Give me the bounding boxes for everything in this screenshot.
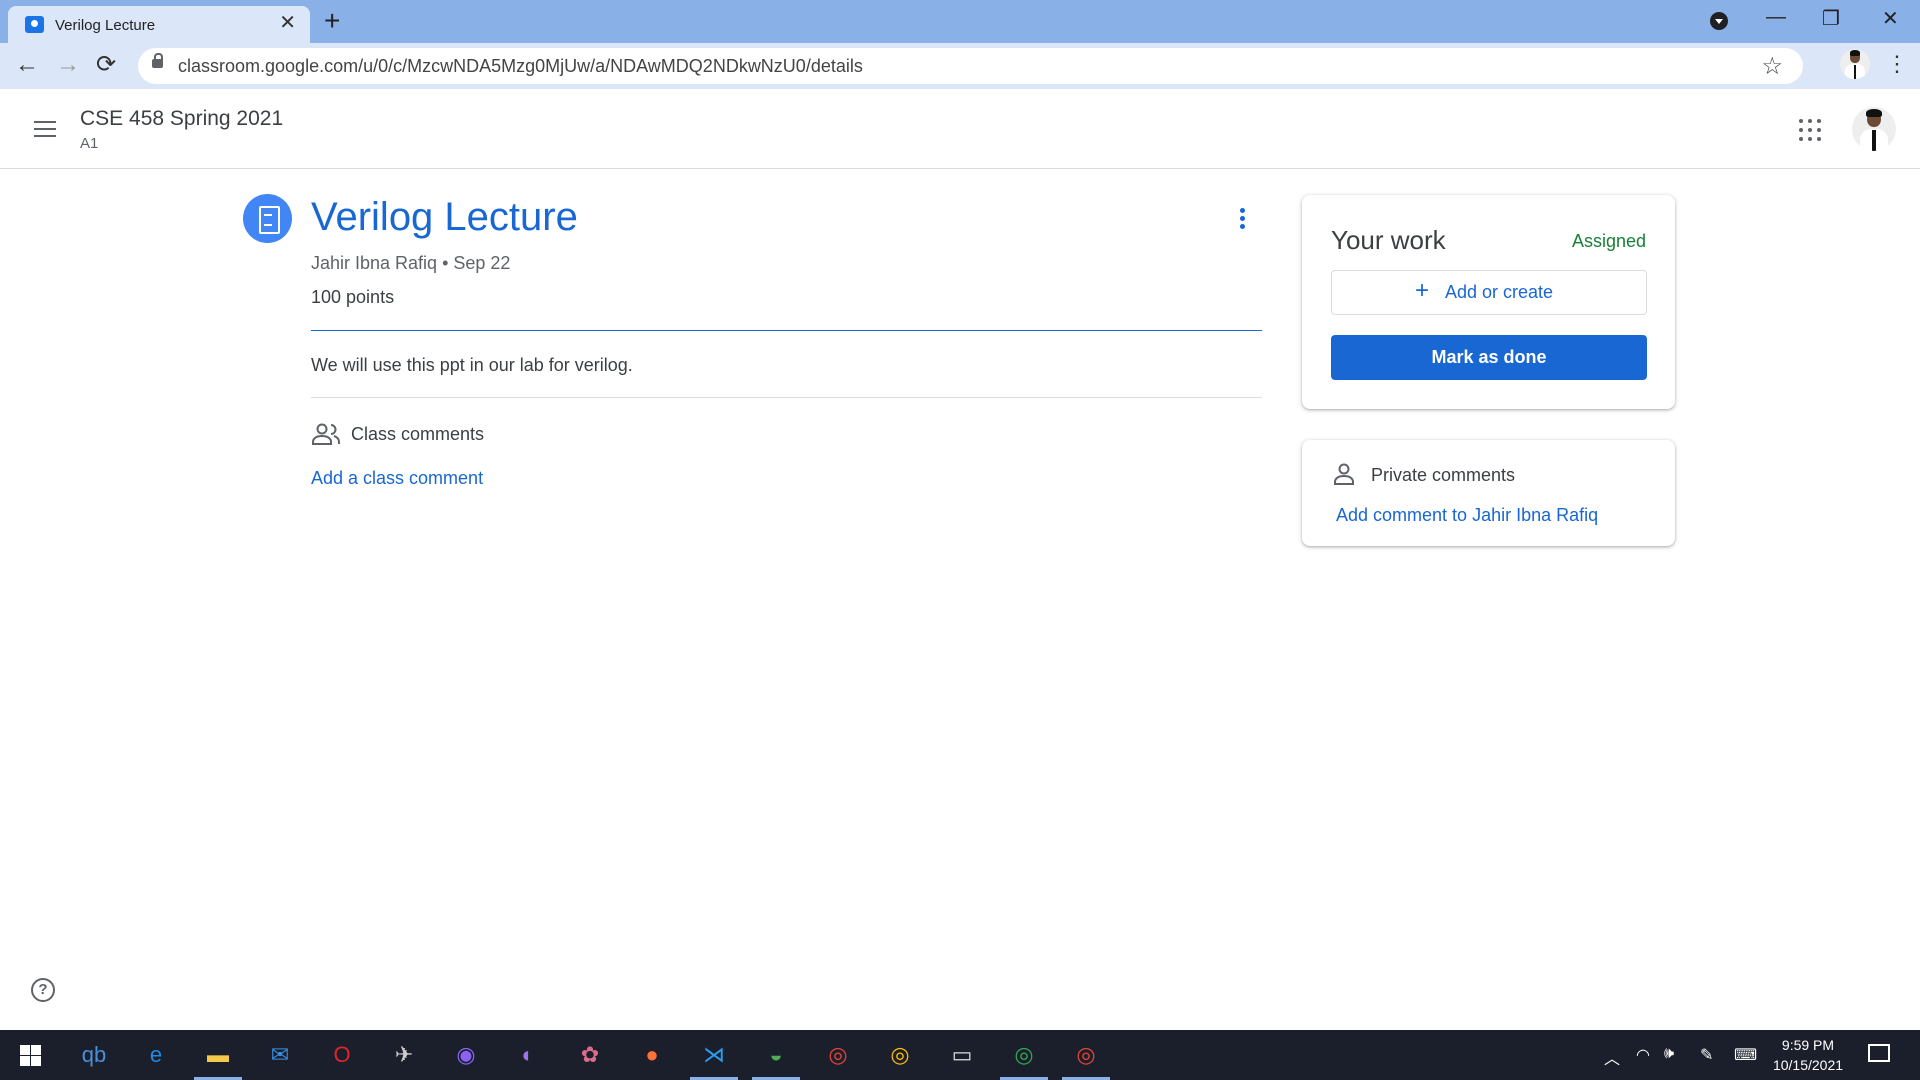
- bookmark-star-icon[interactable]: ☆: [1761, 52, 1783, 81]
- pen-icon[interactable]: ✎: [1700, 1045, 1713, 1065]
- taskbar-satellite-icon[interactable]: ✈: [387, 1038, 421, 1072]
- assignment-title: Verilog Lecture: [311, 195, 578, 239]
- taskbar-chrome-active-icon[interactable]: ◎: [1062, 1038, 1110, 1080]
- course-title[interactable]: CSE 458 Spring 2021: [80, 107, 283, 131]
- taskbar-chrome-1-icon[interactable]: ◎: [821, 1038, 855, 1072]
- person-icon: [1334, 463, 1354, 485]
- private-comments-card: Private comments Add comment to Jahir Ib…: [1302, 440, 1675, 546]
- mark-as-done-button[interactable]: Mark as done: [1331, 335, 1647, 380]
- reload-button[interactable]: ⟳: [96, 52, 116, 78]
- browser-profile-avatar[interactable]: [1840, 49, 1870, 79]
- add-or-create-label: Add or create: [1445, 282, 1554, 302]
- window-close-button[interactable]: ✕: [1882, 6, 1899, 31]
- show-hidden-icons-icon[interactable]: ︿: [1604, 1045, 1620, 1069]
- description-divider: [311, 397, 1262, 398]
- address-bar[interactable]: classroom.google.com/u/0/c/MzcwNDA5Mzg0M…: [138, 48, 1803, 84]
- taskbar-messenger-icon[interactable]: ◉: [449, 1038, 483, 1072]
- notifications-icon[interactable]: [1868, 1044, 1890, 1062]
- more-options-icon[interactable]: [1240, 208, 1246, 230]
- account-avatar[interactable]: [1852, 107, 1896, 151]
- clock-date: 10/15/2021: [1772, 1057, 1844, 1073]
- start-button[interactable]: [20, 1045, 41, 1066]
- url-text[interactable]: classroom.google.com/u/0/c/MzcwNDA5Mzg0M…: [178, 56, 863, 77]
- add-private-comment-link[interactable]: Add comment to Jahir Ibna Rafiq: [1336, 505, 1598, 526]
- assignment-description: We will use this ppt in our lab for veri…: [311, 355, 633, 375]
- system-clock[interactable]: 9:59 PM 10/15/2021: [1763, 1035, 1853, 1075]
- private-comments-label: Private comments: [1371, 465, 1516, 485]
- plus-icon: +: [1415, 277, 1430, 304]
- your-work-title: Your work: [1331, 225, 1446, 255]
- clock-time: 9:59 PM: [1781, 1037, 1835, 1053]
- browser-tab[interactable]: Verilog Lecture ✕: [8, 6, 310, 43]
- taskbar-firefox-icon[interactable]: ●: [635, 1038, 669, 1072]
- your-work-card: Your work Assigned + Add or create Mark …: [1302, 195, 1675, 409]
- classroom-favicon-icon: [25, 16, 44, 33]
- assignment-icon: [243, 194, 292, 243]
- taskbar-paint-icon[interactable]: ✿: [573, 1038, 607, 1072]
- network-icon[interactable]: ◠: [1636, 1045, 1650, 1065]
- browser-tab-strip: Verilog Lecture ✕ + — ❐ ✕: [0, 0, 1920, 43]
- taskbar-qbittorrent-icon[interactable]: qb: [77, 1038, 111, 1072]
- keyboard-icon[interactable]: ⌨: [1734, 1045, 1757, 1065]
- course-section: A1: [80, 135, 99, 152]
- browser-menu-icon[interactable]: ⋮: [1886, 53, 1908, 75]
- minimize-button[interactable]: —: [1766, 6, 1786, 29]
- google-apps-icon[interactable]: [1799, 119, 1821, 141]
- lock-icon: [152, 53, 163, 68]
- back-button[interactable]: ←: [15, 52, 39, 78]
- assignment-meta: Jahir Ibna Rafiq • Sep 22: [311, 253, 511, 273]
- taskbar-vscode-icon[interactable]: ⋊: [690, 1038, 738, 1080]
- main-menu-icon[interactable]: [34, 121, 56, 137]
- taskbar-terminal-icon[interactable]: ▭: [945, 1038, 979, 1072]
- taskbar-opera-icon[interactable]: O: [325, 1038, 359, 1072]
- volume-icon[interactable]: 🕪: [1664, 1045, 1674, 1063]
- taskbar-file-explorer-icon[interactable]: ▬: [194, 1038, 242, 1080]
- browser-toolbar: ← → ⟳ classroom.google.com/u/0/c/MzcwNDA…: [0, 43, 1920, 89]
- tab-search-icon[interactable]: [1710, 12, 1728, 30]
- tab-title: Verilog Lecture: [55, 17, 156, 34]
- people-icon: [312, 423, 340, 445]
- taskbar-mail-icon[interactable]: ✉: [263, 1038, 297, 1072]
- add-class-comment-link[interactable]: Add a class comment: [311, 468, 483, 489]
- tab-close-icon[interactable]: ✕: [279, 13, 296, 33]
- taskbar-github-icon[interactable]: ◐: [511, 1038, 545, 1072]
- restore-button[interactable]: ❐: [1822, 6, 1840, 31]
- taskbar-weather-icon[interactable]: ◒: [752, 1038, 800, 1080]
- status-badge: Assigned: [1571, 231, 1646, 251]
- help-icon[interactable]: ?: [31, 978, 55, 1002]
- windows-taskbar: qb e ▬ ✉ O ✈ ◉ ◐ ✿ ● ⋊ ◒ ◎ ◎ ▭ ◎ ◎ ︿ ◠ 🕪 ✎ ⌨ 9:59 PM 10/…: [0, 1030, 1920, 1080]
- new-tab-button[interactable]: +: [324, 6, 340, 36]
- title-divider: [311, 330, 1262, 331]
- taskbar-edge-legacy-icon[interactable]: e: [139, 1038, 173, 1072]
- taskbar-chrome-ek-icon[interactable]: ◎: [1000, 1038, 1048, 1080]
- class-comments-label: Class comments: [351, 424, 485, 444]
- classroom-header: CSE 458 Spring 2021 A1: [0, 89, 1920, 169]
- forward-button[interactable]: →: [56, 52, 80, 78]
- add-or-create-button[interactable]: + Add or create: [1331, 270, 1647, 315]
- taskbar-chrome-2-icon[interactable]: ◎: [883, 1038, 917, 1072]
- assignment-points: 100 points: [311, 287, 395, 307]
